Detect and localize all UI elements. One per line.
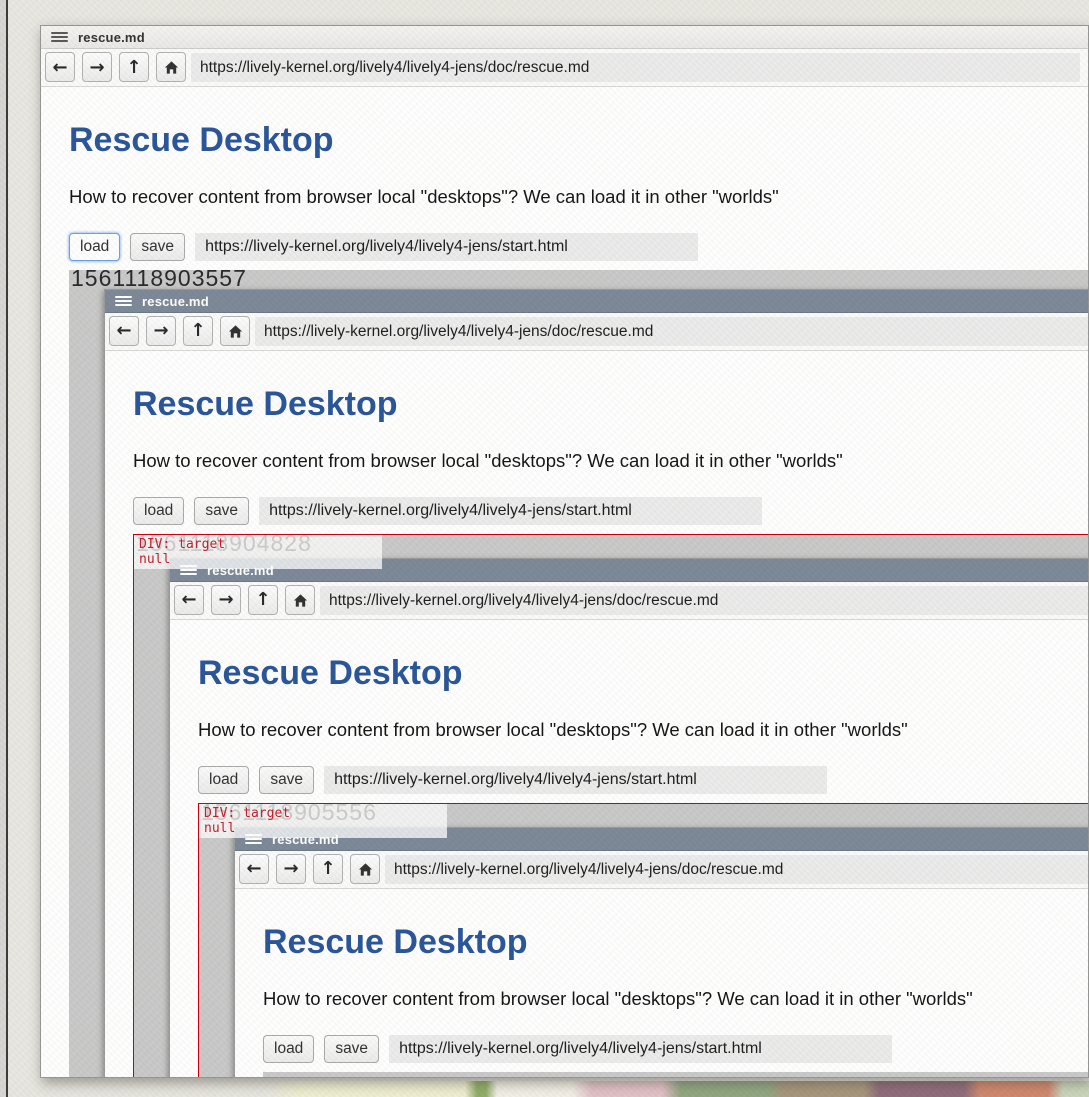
page-title: Rescue Desktop — [69, 119, 1088, 161]
intro-paragraph: How to recover content from browser loca… — [263, 986, 1089, 1011]
snapshot-preview-1: 1561118903557 rescue.md ← → ↑ https://li… — [69, 270, 1089, 1078]
forward-icon: → — [89, 57, 104, 78]
save-button: save — [324, 1035, 379, 1063]
window-rescue-md: rescue.md ← → ↑ Rescue Desktop How to re… — [40, 25, 1089, 1078]
back-icon: ← — [246, 858, 261, 879]
forward-icon: → — [218, 589, 233, 610]
document-content: Rescue Desktop How to recover content fr… — [105, 350, 1089, 1078]
rescue-controls-row: load save — [69, 233, 1088, 261]
up-icon: ↑ — [190, 320, 205, 341]
back-button: ← — [109, 316, 139, 346]
forward-button: → — [211, 585, 241, 615]
window-title: rescue.md — [142, 294, 209, 309]
save-button[interactable]: save — [130, 233, 185, 261]
start-url-input: https://lively-kernel.org/lively4/lively… — [389, 1035, 892, 1063]
page-title: Rescue Desktop — [263, 921, 1089, 963]
snapshot-timestamp: 1561118903557 — [71, 268, 247, 289]
load-button[interactable]: load — [69, 233, 120, 261]
snapshot-preview-3: 1561118905556 DIV: target null — [198, 803, 1089, 1078]
load-button: load — [133, 497, 184, 525]
address-input: https://lively-kernel.org/lively4/lively… — [385, 855, 1089, 884]
back-button: ← — [239, 854, 269, 884]
menu-icon — [115, 296, 132, 306]
inspector-target-line: DIV: target — [139, 537, 377, 552]
save-button: save — [194, 497, 249, 525]
window-titlebar: rescue.md — [105, 290, 1089, 313]
window-titlebar: rescue.md — [41, 26, 1088, 49]
navigation-toolbar: ← → ↑ — [41, 49, 1088, 87]
intro-paragraph: How to recover content from browser loca… — [198, 717, 1089, 742]
forward-button[interactable]: → — [82, 52, 112, 82]
up-button[interactable]: ↑ — [119, 52, 149, 82]
start-url-input: https://lively-kernel.org/lively4/lively… — [324, 766, 827, 794]
address-input: https://lively-kernel.org/lively4/lively… — [255, 317, 1089, 346]
snapshot-preview-4 — [263, 1072, 1089, 1078]
screenshot-window-level-3: rescue.md ← → ↑ https://lively-kernel.or… — [169, 558, 1089, 1078]
inspector-null-line: null — [204, 821, 442, 836]
screen-left-edge — [0, 0, 8, 1097]
navigation-toolbar: ← → ↑ https://lively-kernel.org/lively4/… — [235, 851, 1089, 889]
home-button — [220, 316, 250, 346]
rescue-controls-row: load save https://lively-kernel.org/live… — [133, 497, 1089, 525]
up-button: ↑ — [248, 585, 278, 615]
rescue-controls-row: load save https://lively-kernel.org/live… — [263, 1035, 1089, 1063]
address-input: https://lively-kernel.org/lively4/lively… — [320, 586, 1089, 615]
home-button[interactable] — [156, 52, 186, 82]
screenshot-window-level-2: rescue.md ← → ↑ https://lively-kernel.or… — [104, 289, 1089, 1078]
home-button — [350, 854, 380, 884]
forward-button: → — [276, 854, 306, 884]
document-content: Rescue Desktop How to recover content fr… — [41, 86, 1088, 1077]
forward-icon: → — [283, 858, 298, 879]
screenshot-window-level-4: rescue.md ← → ↑ https://lively-kernel.or… — [234, 827, 1089, 1078]
back-icon: ← — [116, 320, 131, 341]
back-button: ← — [174, 585, 204, 615]
document-content: Rescue Desktop How to recover content fr… — [235, 888, 1089, 1078]
inspector-null-line: null — [139, 552, 377, 567]
forward-icon: → — [153, 320, 168, 341]
snapshot-preview-2: 1561118904828 DIV: target null rescue.md — [133, 534, 1089, 1078]
up-icon: ↑ — [320, 858, 335, 879]
element-inspector-tooltip: DIV: target null — [134, 535, 382, 569]
home-icon — [293, 593, 308, 608]
up-button: ↑ — [183, 316, 213, 346]
back-icon: ← — [181, 589, 196, 610]
start-url-input: https://lively-kernel.org/lively4/lively… — [259, 497, 762, 525]
up-button: ↑ — [313, 854, 343, 884]
up-icon: ↑ — [255, 589, 270, 610]
home-icon — [358, 862, 373, 877]
rescue-controls-row: load save https://lively-kernel.org/live… — [198, 766, 1089, 794]
address-input[interactable] — [191, 53, 1080, 82]
menu-icon[interactable] — [51, 32, 68, 42]
home-icon — [164, 60, 179, 75]
home-button — [285, 585, 315, 615]
window-title: rescue.md — [78, 30, 145, 45]
load-button: load — [263, 1035, 314, 1063]
start-url-input[interactable] — [195, 233, 698, 261]
element-inspector-tooltip: DIV: target null — [199, 804, 447, 838]
page-title: Rescue Desktop — [133, 383, 1089, 425]
home-icon — [228, 324, 243, 339]
back-button[interactable]: ← — [45, 52, 75, 82]
load-button: load — [198, 766, 249, 794]
document-content: Rescue Desktop How to recover content fr… — [170, 619, 1089, 1078]
back-icon: ← — [52, 57, 67, 78]
forward-button: → — [146, 316, 176, 346]
intro-paragraph: How to recover content from browser loca… — [133, 448, 1089, 473]
desktop-wallpaper-strip — [0, 1081, 1089, 1097]
page-title: Rescue Desktop — [198, 652, 1089, 694]
save-button: save — [259, 766, 314, 794]
navigation-toolbar: ← → ↑ https://lively-kernel.org/lively4/… — [170, 582, 1089, 620]
up-icon: ↑ — [126, 57, 141, 78]
intro-paragraph: How to recover content from browser loca… — [69, 184, 1088, 209]
navigation-toolbar: ← → ↑ https://lively-kernel.org/lively4/… — [105, 313, 1089, 351]
inspector-target-line: DIV: target — [204, 806, 442, 821]
